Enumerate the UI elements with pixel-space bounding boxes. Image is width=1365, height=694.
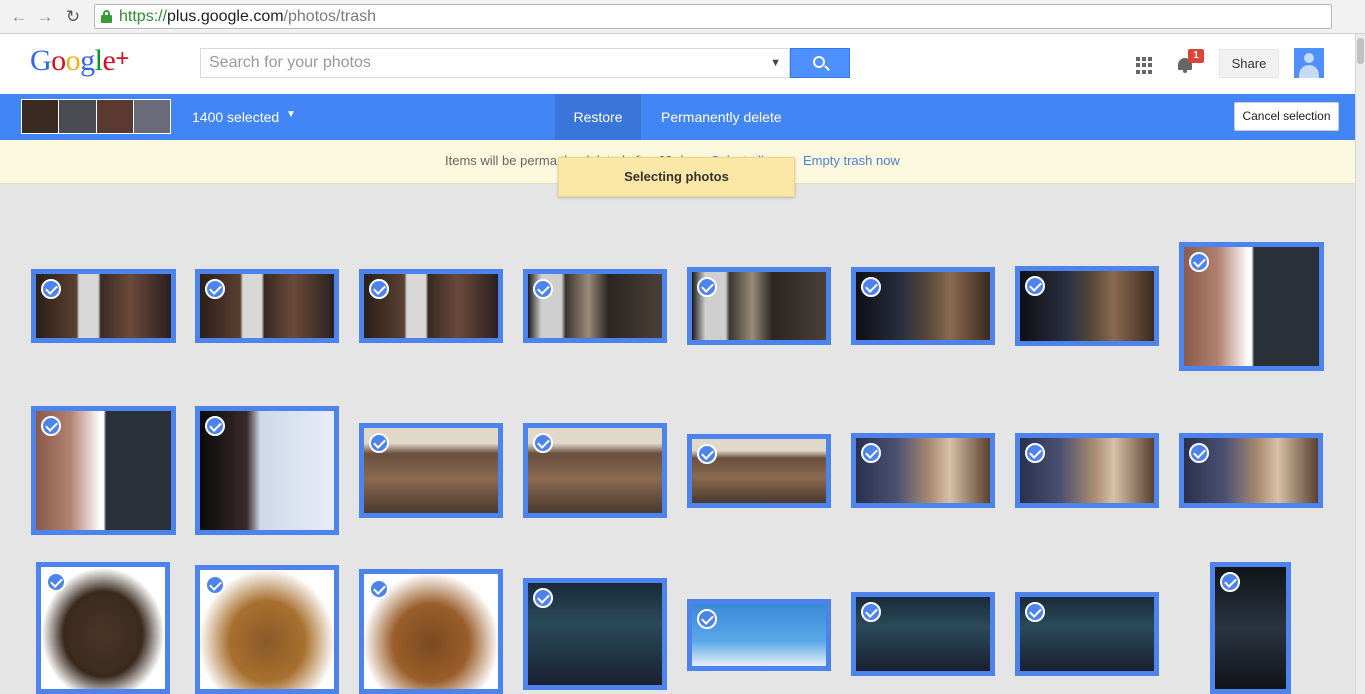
profile-avatar[interactable]: [1294, 48, 1324, 78]
selected-check-icon[interactable]: [697, 277, 717, 297]
photo-tile[interactable]: [851, 267, 995, 345]
reload-icon[interactable]: ↻: [62, 6, 84, 28]
photo-tile[interactable]: [195, 406, 339, 535]
selected-check-icon[interactable]: [205, 575, 225, 595]
restore-button[interactable]: Restore: [555, 94, 641, 140]
selected-check-icon[interactable]: [697, 609, 717, 629]
selected-check-icon[interactable]: [697, 444, 717, 464]
photo-tile[interactable]: [1179, 242, 1324, 371]
photo-tile[interactable]: [851, 592, 995, 676]
selected-check-icon[interactable]: [533, 279, 553, 299]
lock-icon: [101, 10, 112, 23]
photo-tile[interactable]: [523, 423, 667, 518]
forward-icon[interactable]: →: [34, 6, 56, 28]
scrollbar-thumb[interactable]: [1357, 38, 1364, 64]
browser-toolbar: ← → ↻ https://plus.google.com/photos/tra…: [0, 0, 1365, 34]
selecting-photos-toast: Selecting photos: [558, 157, 795, 197]
photo-tile[interactable]: [36, 562, 170, 694]
selected-check-icon[interactable]: [1025, 602, 1045, 622]
selected-check-icon[interactable]: [41, 279, 61, 299]
photo-tile[interactable]: [1179, 433, 1323, 508]
back-icon[interactable]: ←: [8, 6, 30, 28]
selected-check-icon[interactable]: [369, 579, 389, 599]
photo-tile[interactable]: [31, 269, 176, 343]
selected-check-icon[interactable]: [205, 279, 225, 299]
selected-check-icon[interactable]: [369, 279, 389, 299]
photo-tile[interactable]: [195, 269, 339, 343]
selected-check-icon[interactable]: [861, 443, 881, 463]
permanently-delete-button[interactable]: Permanently delete: [661, 109, 782, 125]
selected-check-icon[interactable]: [1220, 572, 1240, 592]
photo-tile[interactable]: [359, 423, 503, 518]
page-scrollbar[interactable]: [1355, 34, 1365, 694]
cancel-selection-button[interactable]: Cancel selection: [1234, 102, 1339, 131]
photo-tile[interactable]: [1015, 433, 1159, 508]
photo-tile[interactable]: [31, 406, 176, 535]
photo-tile[interactable]: [687, 599, 831, 671]
photo-tile[interactable]: [523, 269, 667, 343]
selected-check-icon[interactable]: [205, 416, 225, 436]
selected-check-icon[interactable]: [1189, 252, 1209, 272]
google-plus-logo[interactable]: Google+: [30, 44, 129, 78]
photo-tile[interactable]: [687, 434, 831, 508]
search-button[interactable]: [790, 48, 850, 78]
empty-trash-link[interactable]: Empty trash now: [803, 153, 900, 168]
url-text: https://plus.google.com/photos/trash: [119, 8, 377, 25]
search-input[interactable]: [201, 49, 741, 77]
selected-check-icon[interactable]: [861, 277, 881, 297]
selected-check-icon[interactable]: [533, 433, 553, 453]
notification-count-badge[interactable]: 1: [1188, 49, 1204, 63]
search-icon: [813, 56, 825, 68]
apps-grid-icon[interactable]: [1136, 57, 1153, 74]
selected-check-icon[interactable]: [369, 433, 389, 453]
selected-check-icon[interactable]: [533, 588, 553, 608]
photo-tile[interactable]: [1210, 562, 1291, 694]
photo-tile[interactable]: [851, 433, 995, 508]
photo-tile[interactable]: [359, 269, 503, 343]
selected-check-icon[interactable]: [41, 416, 61, 436]
photo-tile[interactable]: [1015, 592, 1159, 676]
selected-check-icon[interactable]: [46, 572, 66, 592]
photo-tile[interactable]: [359, 569, 503, 694]
selected-count[interactable]: 1400 selected: [192, 109, 279, 125]
photo-tile[interactable]: [1015, 266, 1159, 346]
search-dropdown-icon[interactable]: ▼: [770, 57, 781, 69]
search-box: ▼: [200, 48, 790, 78]
photo-tile[interactable]: [523, 578, 667, 690]
selected-check-icon[interactable]: [1189, 443, 1209, 463]
selection-action-bar: 1400 selected ▼ Restore Permanently dele…: [0, 94, 1355, 140]
app-header: Google+ ▼ 1 Share: [0, 34, 1355, 94]
selected-thumbnails-strip: [21, 99, 171, 134]
selected-check-icon[interactable]: [1025, 276, 1045, 296]
selected-check-icon[interactable]: [861, 602, 881, 622]
selection-dropdown-icon[interactable]: ▼: [286, 109, 296, 120]
selected-check-icon[interactable]: [1025, 443, 1045, 463]
photo-tile[interactable]: [687, 267, 831, 345]
share-button[interactable]: Share: [1219, 49, 1279, 78]
photo-tile[interactable]: [195, 565, 339, 694]
address-bar[interactable]: https://plus.google.com/photos/trash ☆: [94, 4, 1332, 29]
